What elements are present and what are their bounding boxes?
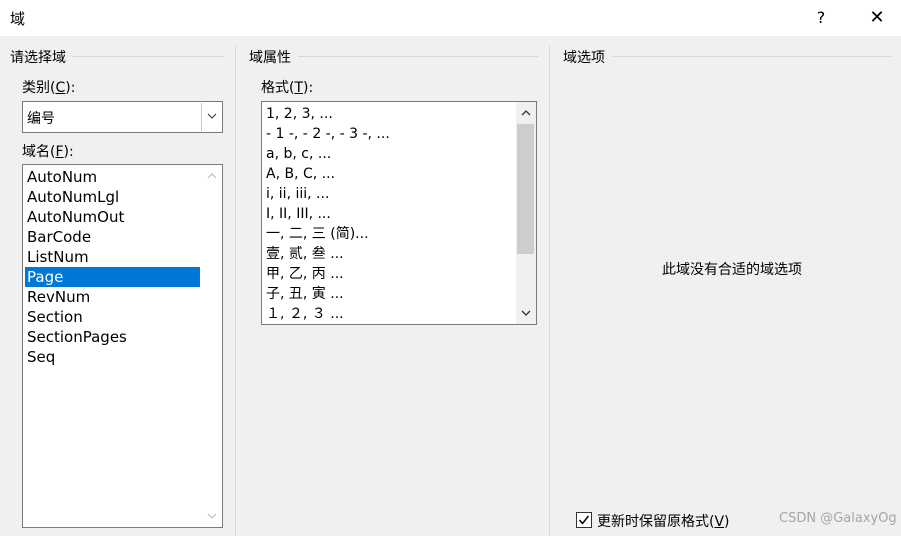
no-field-options-message: 此域没有合适的域选项 (662, 262, 802, 278)
fieldname-scrollbar[interactable] (202, 165, 222, 527)
category-label: 类别(C): (22, 80, 76, 96)
fieldname-label: 域名(F): (22, 144, 74, 160)
format-list-item[interactable]: a, b, c, ... (264, 144, 514, 164)
format-list-item[interactable]: - 1 -, - 2 -, - 3 -, ... (264, 124, 514, 144)
format-list-item[interactable]: 一, 二, 三 (简)... (264, 224, 514, 244)
group-divider (298, 56, 538, 57)
format-list-item[interactable]: 1, 2, 3, ... (264, 104, 514, 124)
fieldname-list-item[interactable]: SectionPages (25, 327, 200, 347)
scroll-down-arrow-icon[interactable] (203, 507, 221, 525)
scroll-up-arrow-icon[interactable] (203, 167, 221, 185)
fieldname-list-item[interactable]: Page (25, 267, 200, 287)
field-options-group-title: 域选项 (563, 50, 605, 66)
fieldname-list-item[interactable]: ListNum (25, 247, 200, 267)
category-value: 编号 (27, 111, 55, 127)
fieldname-list-item[interactable]: AutoNum (25, 167, 200, 187)
help-button[interactable]: ? (806, 6, 836, 30)
close-button[interactable]: ✕ (862, 6, 892, 30)
fieldname-listbox[interactable]: AutoNum AutoNumLgl AutoNumOut BarCode ListNu… (22, 164, 223, 528)
format-list-item[interactable]: A, B, C, ... (264, 164, 514, 184)
panel-separator (549, 46, 550, 536)
format-list-item[interactable]: 甲, 乙, 丙 ... (264, 264, 514, 284)
format-label: 格式(T): (261, 80, 314, 96)
preserve-format-label[interactable]: 更新时保留原格式(V) (597, 511, 730, 531)
category-combobox[interactable]: 编号 (22, 101, 223, 133)
scroll-down-arrow-icon[interactable] (517, 304, 535, 322)
format-list-item[interactable]: 壹, 贰, 叁 ... (264, 244, 514, 264)
checkmark-icon (578, 515, 590, 525)
title-bar: 域 ? ✕ (0, 0, 901, 36)
fieldname-list-item[interactable]: AutoNumOut (25, 207, 200, 227)
select-field-group-title: 请选择域 (10, 50, 66, 66)
format-listbox[interactable]: 1, 2, 3, ... - 1 -, - 2 -, - 3 -, ... a, b… (261, 101, 537, 325)
format-list-item[interactable]: I, II, III, ... (264, 204, 514, 224)
group-divider (72, 56, 224, 57)
scroll-up-arrow-icon[interactable] (517, 104, 535, 122)
category-dropdown-button[interactable] (201, 103, 221, 131)
fieldname-list-item[interactable]: RevNum (25, 287, 200, 307)
format-scrollbar-thumb[interactable] (517, 124, 534, 254)
dialog-title: 域 (10, 10, 26, 28)
fieldname-list-item[interactable]: Seq (25, 347, 200, 367)
fieldname-list-item[interactable]: AutoNumLgl (25, 187, 200, 207)
panel-separator (235, 46, 236, 536)
fieldname-list-item[interactable]: BarCode (25, 227, 200, 247)
fieldname-list-item[interactable]: Section (25, 307, 200, 327)
field-properties-group-title: 域属性 (249, 50, 291, 66)
format-list-item[interactable]: i, ii, iii, ... (264, 184, 514, 204)
watermark: CSDN @GalaxyOg (779, 511, 897, 526)
chevron-down-icon (207, 113, 217, 119)
group-divider (612, 56, 892, 57)
format-list-item[interactable]: 子, 丑, 寅 ... (264, 284, 514, 304)
format-list-item[interactable]: １, ２, ３ ... (264, 304, 514, 324)
preserve-format-checkbox[interactable] (576, 512, 592, 528)
